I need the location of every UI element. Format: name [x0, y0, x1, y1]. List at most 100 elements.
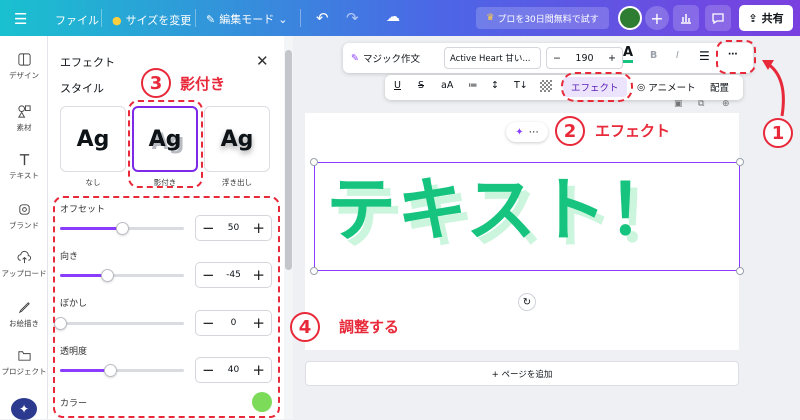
pro-trial-label: プロを30日間無料で試す: [497, 14, 599, 25]
upload-icon: [17, 250, 31, 264]
cloud-sync-icon[interactable]: ☁: [386, 9, 400, 25]
rail-item-upload[interactable]: アップロード: [0, 250, 48, 279]
insights-button[interactable]: [673, 5, 699, 31]
layout-icon: [17, 53, 31, 66]
plus-icon[interactable]: +: [608, 53, 616, 64]
transparency-icon[interactable]: [540, 80, 552, 92]
align-center-icon[interactable]: ☰: [699, 49, 710, 63]
style-sample: Ag: [220, 126, 254, 152]
resize-handle[interactable]: [736, 267, 744, 275]
scrollbar-thumb[interactable]: [285, 50, 292, 270]
more-icon[interactable]: ⋯: [529, 127, 539, 138]
headline-text[interactable]: テキスト！: [326, 175, 679, 245]
close-icon[interactable]: ✕: [256, 52, 269, 70]
style-heading: スタイル: [60, 82, 104, 95]
resize-button[interactable]: ● サイズを変更: [112, 12, 191, 28]
vertical-text-icon[interactable]: T↓: [514, 80, 528, 91]
animate-button[interactable]: ◎ アニメート: [637, 80, 696, 95]
text-color-icon[interactable]: A: [623, 45, 634, 64]
annotation-number-1: 1: [763, 118, 793, 148]
letter-case-icon[interactable]: aA: [441, 80, 453, 91]
elements-icon: [17, 105, 31, 118]
style-label-lift: 浮き出し: [222, 178, 252, 187]
menu-icon[interactable]: ☰: [14, 10, 27, 28]
annotation-label-shadow: 影付き: [180, 75, 226, 93]
crown-icon: ♛: [486, 13, 495, 23]
animate-label: アニメート: [648, 83, 696, 94]
pro-trial-button[interactable]: ♛ プロを30日間無料で試す: [476, 7, 609, 29]
style-card-lift[interactable]: Ag: [204, 106, 270, 172]
resize-handle[interactable]: [310, 267, 318, 275]
annotation-label-adjust: 調整する: [339, 318, 400, 336]
share-label: 共有: [761, 12, 784, 25]
folder-icon: [17, 351, 31, 361]
rail-item-draw[interactable]: お絵描き: [0, 300, 48, 329]
share-button[interactable]: ⇪ 共有: [739, 5, 793, 31]
rail-item-elements[interactable]: 素材: [0, 104, 48, 133]
rail-label: デザイン: [9, 71, 39, 80]
rail-item-design[interactable]: デザイン: [0, 52, 48, 81]
redo-icon[interactable]: ↷: [346, 9, 359, 27]
rail-item-text[interactable]: テキスト: [0, 152, 48, 181]
italic-icon[interactable]: I: [676, 50, 679, 61]
edit-mode-button[interactable]: ✎ 編集モード ⌄: [206, 11, 287, 27]
resize-label: サイズを変更: [125, 14, 192, 27]
lock-icon[interactable]: ▣: [674, 99, 683, 109]
upload-icon: ⇪: [748, 11, 758, 25]
duplicate-icon[interactable]: ⧉: [698, 99, 704, 109]
rotate-icon[interactable]: ↻: [518, 293, 536, 311]
text-icon: [19, 154, 29, 166]
chevron-down-icon: ⌄: [278, 12, 288, 26]
font-select[interactable]: Active Heart 甘い...: [444, 47, 541, 69]
magic-sparkle-icon[interactable]: ✦: [11, 398, 37, 420]
resize-handle[interactable]: [736, 158, 744, 166]
minus-icon[interactable]: −: [553, 53, 561, 64]
file-menu[interactable]: ファイル: [55, 12, 99, 28]
animate-icon: ◎: [637, 81, 646, 93]
annotation-effects-highlight: [561, 72, 633, 102]
magic-write-label: マジック作文: [362, 54, 420, 65]
rail-label: プロジェクト: [1, 367, 47, 376]
rail-label: ブランド: [9, 221, 39, 230]
strikethrough-icon[interactable]: S: [418, 80, 424, 91]
style-card-none[interactable]: Ag: [60, 106, 126, 172]
magic-sparkle-icon[interactable]: ✦: [515, 127, 523, 138]
crown-icon: ●: [112, 13, 122, 27]
draw-icon: [18, 302, 30, 314]
comment-button[interactable]: [705, 5, 731, 31]
undo-icon[interactable]: ↶: [316, 9, 329, 27]
rail-item-projects[interactable]: プロジェクト: [0, 348, 48, 377]
resize-handle[interactable]: [310, 158, 318, 166]
annotation-number-3: 3: [141, 68, 171, 98]
list-icon[interactable]: ≔: [468, 80, 478, 91]
font-size-value[interactable]: 190: [575, 53, 593, 64]
add-collaborator-button[interactable]: +: [645, 6, 669, 30]
edit-mode-label: 編集モード: [219, 13, 275, 26]
element-mini-toolbar: ✦ ⋯: [506, 122, 548, 142]
annotation-more-highlight: [716, 40, 756, 74]
position-button[interactable]: 配置: [710, 80, 729, 94]
spacing-icon[interactable]: ↕: [491, 80, 499, 91]
magic-pen-icon: ✎: [351, 52, 359, 64]
style-sample: Ag: [76, 126, 110, 152]
panel-scrollbar[interactable]: [284, 36, 293, 419]
annotation-number-4: 4: [290, 312, 320, 342]
bold-icon[interactable]: B: [650, 50, 657, 61]
add-page-button[interactable]: + ページを追加: [305, 361, 739, 386]
rail-label: アップロード: [1, 269, 47, 278]
side-rail: デザイン 素材 テキスト ブランド アップロード お絵描き プロジェクト ✦: [0, 36, 48, 420]
underline-icon[interactable]: U: [394, 80, 401, 91]
rail-item-brand[interactable]: ブランド: [0, 202, 48, 231]
pencil-icon: ✎: [206, 12, 216, 26]
magic-write-button[interactable]: ✎ マジック作文: [351, 51, 420, 66]
add-page-icon[interactable]: ⊕: [722, 99, 730, 109]
annotation-label-effects: エフェクト: [595, 122, 671, 140]
annotation-adjust-highlight: [53, 196, 280, 418]
annotation-number-2: 2: [555, 116, 585, 146]
rail-label: お絵描き: [9, 319, 39, 328]
annotation-shadow-highlight: [128, 100, 203, 188]
comment-icon: [712, 13, 724, 25]
top-bar: ☰ ファイル ● サイズを変更 ✎ 編集モード ⌄ ↶ ↷ ☁ ♛ プロを30日…: [0, 0, 800, 36]
style-label-none: なし: [85, 178, 101, 187]
avatar[interactable]: [618, 6, 642, 30]
